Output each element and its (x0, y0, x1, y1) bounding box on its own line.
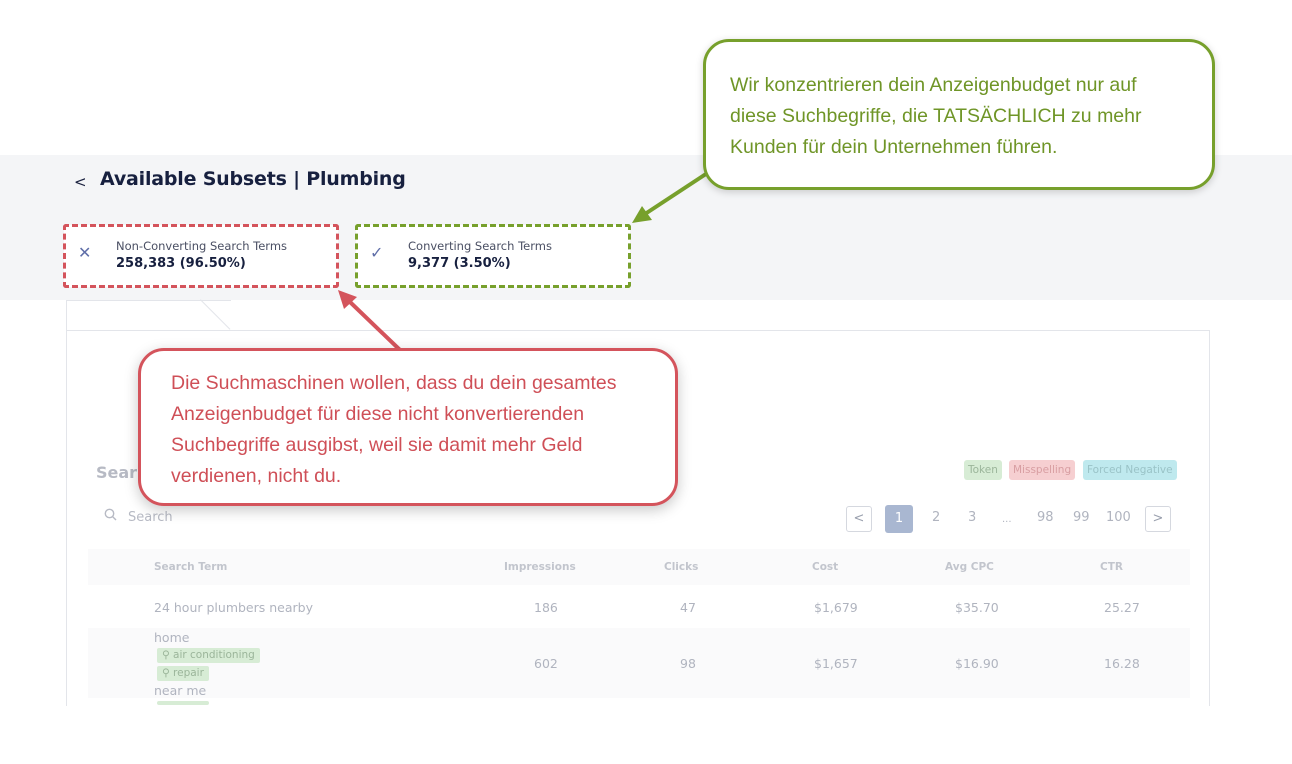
page-title: Available Subsets | Plumbing (100, 168, 406, 190)
cell-ctr: 25.27 (1104, 600, 1140, 615)
legend-misspelling: Misspelling (1009, 460, 1076, 480)
cell-term: home (154, 630, 190, 645)
callout-green: Wir konzentrieren dein Anzeigenbudget nu… (703, 39, 1215, 190)
back-chevron-icon[interactable]: < (74, 172, 88, 192)
pagination-page[interactable]: 99 (1073, 510, 1090, 525)
callout-line: Anzeigenbudget für diese nicht konvertie… (171, 403, 585, 425)
cell-cost: $1,679 (814, 600, 858, 615)
column-header-search-term[interactable]: Search Term (154, 561, 227, 573)
callout-line: Die Suchmaschinen wollen, dass du dein g… (171, 372, 617, 394)
column-header-cost[interactable]: Cost (812, 561, 838, 573)
cell-clicks: 98 (680, 656, 696, 671)
column-header-ctr[interactable]: CTR (1100, 561, 1123, 573)
callout-red: Die Suchmaschinen wollen, dass du dein g… (138, 348, 678, 506)
panel-border (66, 300, 67, 710)
table-row-bg (88, 628, 1190, 698)
token-chip[interactable]: ⚲ air conditioning (157, 648, 260, 663)
callout-line: verdienen, nicht du. (171, 465, 342, 487)
cell-ctr: 16.28 (1104, 656, 1140, 671)
pagination-page-active[interactable]: 1 (885, 505, 913, 533)
callout-line: diese Suchbegriffe, die TATSÄCHLICH zu m… (730, 105, 1142, 127)
pagination-page[interactable]: 3 (968, 510, 976, 525)
search-icon (104, 508, 117, 525)
callout-line: Wir konzentrieren dein Anzeigenbudget nu… (730, 74, 1137, 96)
pagination-prev-button[interactable]: < (846, 506, 872, 532)
cell-term-tail: near me (154, 683, 207, 698)
highlight-dashed-red (63, 224, 339, 288)
pagination-page[interactable]: 100 (1106, 510, 1131, 525)
legend-forced-negative: Forced Negative (1083, 460, 1177, 480)
token-chip (157, 701, 209, 705)
callout-line: Kunden für dein Unternehmen führen. (730, 136, 1058, 158)
token-chip[interactable]: ⚲ repair (157, 666, 209, 681)
highlight-dashed-green (355, 224, 631, 288)
chip-label: air conditioning (173, 649, 255, 661)
section-title: Sear (96, 463, 138, 482)
search-input[interactable]: Search (96, 502, 396, 532)
chip-label: repair (173, 667, 204, 679)
column-header-avg-cpc[interactable]: Avg CPC (945, 561, 994, 573)
pagination-page[interactable]: 98 (1037, 510, 1054, 525)
pagination-ellipsis: ... (1002, 514, 1012, 525)
cell-impressions: 186 (534, 600, 558, 615)
token-icon: ⚲ (162, 649, 174, 661)
cell-impressions: 602 (534, 656, 558, 671)
bottom-blank (0, 706, 1292, 764)
token-icon: ⚲ (162, 667, 174, 679)
pagination-next-button[interactable]: > (1145, 506, 1171, 532)
column-header-clicks[interactable]: Clicks (664, 561, 698, 573)
column-header-impressions[interactable]: Impressions (504, 561, 576, 573)
cell-cost: $1,657 (814, 656, 858, 671)
cell-clicks: 47 (680, 600, 696, 615)
search-placeholder: Search (128, 510, 173, 525)
cell-term: 24 hour plumbers nearby (154, 600, 313, 615)
table-header (88, 549, 1190, 585)
legend-token: Token (964, 460, 1002, 480)
cell-avg-cpc: $16.90 (955, 656, 999, 671)
pagination-page[interactable]: 2 (932, 510, 940, 525)
cell-avg-cpc: $35.70 (955, 600, 999, 615)
callout-line: Suchbegriffe ausgibst, weil sie damit me… (171, 434, 583, 456)
